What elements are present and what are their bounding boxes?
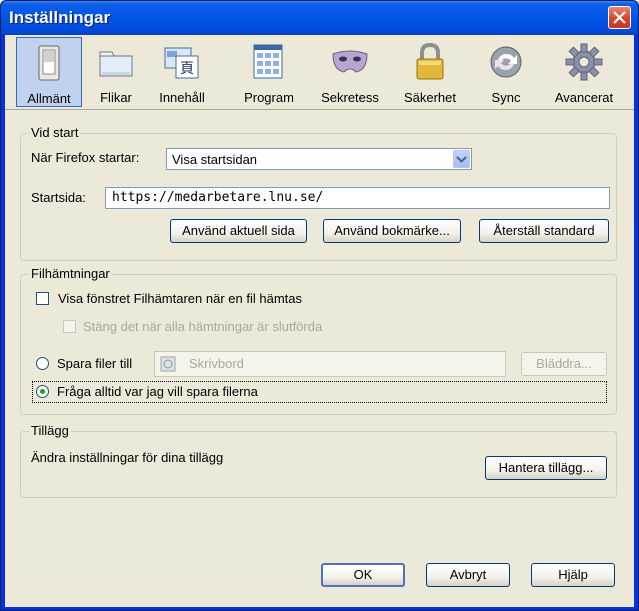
save-to-radio[interactable] xyxy=(36,357,49,370)
radio-selected-dot xyxy=(40,389,45,394)
window-title: Inställningar xyxy=(9,8,111,27)
applications-icon xyxy=(253,44,283,79)
tab-label: Innehåll xyxy=(159,90,205,105)
use-bookmark-button[interactable]: Använd bokmärke... xyxy=(323,219,461,243)
downloads-group: Filhämtningar Visa fönstret Filhämtaren … xyxy=(20,266,617,415)
client-area: Allmänt Flikar 頁 Innehåll Program Sekret… xyxy=(5,35,634,607)
cancel-button[interactable]: Avbryt xyxy=(426,563,510,587)
startup-when-label: När Firefox startar: xyxy=(31,150,140,165)
always-ask-radio[interactable] xyxy=(36,385,49,398)
category-toolbar: Allmänt Flikar 頁 Innehåll Program Sekret… xyxy=(5,35,634,109)
restore-default-button[interactable]: Återställ standard xyxy=(479,219,609,243)
mask-icon xyxy=(332,50,368,73)
tab-tabs[interactable]: Flikar xyxy=(85,37,147,107)
startup-dropdown[interactable]: Visa startsidan xyxy=(166,148,472,170)
manage-addons-button[interactable]: Hantera tillägg... xyxy=(485,456,607,480)
title-bar[interactable]: Inställningar xyxy=(1,1,638,35)
download-folder-field: Skrivbord xyxy=(154,351,506,377)
tab-advanced[interactable]: Avancerat xyxy=(543,37,625,107)
tab-label: Säkerhet xyxy=(403,90,457,105)
tab-label: Sync xyxy=(491,90,521,105)
tab-label: Program xyxy=(244,90,294,105)
tab-applications[interactable]: Program xyxy=(236,37,302,107)
tabs-icon xyxy=(99,51,133,77)
show-downloads-label[interactable]: Visa fönstret Filhämtaren när en fil häm… xyxy=(58,291,302,306)
close-when-done-label: Stäng det när alla hämtningar är slutför… xyxy=(83,319,323,334)
browse-button[interactable]: Bläddra... xyxy=(521,352,607,376)
close-button[interactable] xyxy=(608,6,631,29)
show-downloads-checkbox[interactable] xyxy=(36,292,49,305)
preferences-window: Inställningar Allmänt Flikar 頁 Innehåll … xyxy=(0,0,639,611)
padlock-icon xyxy=(416,42,444,80)
tab-security[interactable]: Säkerhet xyxy=(394,37,466,107)
close-icon xyxy=(613,11,626,24)
tab-privacy[interactable]: Sekretess xyxy=(312,37,388,107)
general-panel: Vid start När Firefox startar: Visa star… xyxy=(5,109,634,607)
tab-label: Avancerat xyxy=(554,90,614,105)
startup-dropdown-value: Visa startsidan xyxy=(172,152,258,167)
download-folder-value: Skrivbord xyxy=(189,356,244,371)
always-ask-label[interactable]: Fråga alltid var jag vill spara filerna xyxy=(57,384,258,399)
downloads-legend: Filhämtningar xyxy=(29,266,112,281)
startup-group: Vid start När Firefox startar: Visa star… xyxy=(20,125,617,261)
gear-icon xyxy=(565,43,603,81)
tab-label: Flikar xyxy=(100,90,132,105)
sync-icon xyxy=(490,46,522,78)
addons-group: Tillägg Ändra inställningar för dina til… xyxy=(20,423,617,498)
desktop-folder-icon xyxy=(160,356,176,372)
homepage-input[interactable]: https://medarbetare.lnu.se/ xyxy=(105,187,610,209)
tab-label: Sekretess xyxy=(321,90,379,105)
use-current-page-button[interactable]: Använd aktuell sida xyxy=(170,219,307,243)
tab-general[interactable]: Allmänt xyxy=(16,37,82,107)
ok-button[interactable]: OK xyxy=(321,563,405,587)
save-to-label[interactable]: Spara filer till xyxy=(57,356,132,371)
addons-description: Ändra inställningar för dina tillägg xyxy=(31,450,224,465)
close-when-done-checkbox[interactable] xyxy=(63,320,76,333)
svg-text:頁: 頁 xyxy=(180,60,194,76)
general-switch-icon xyxy=(38,45,60,81)
homepage-label: Startsida: xyxy=(31,190,86,205)
content-icon: 頁 xyxy=(164,47,199,79)
tab-label: Allmänt xyxy=(27,91,71,106)
help-button[interactable]: Hjälp xyxy=(531,563,615,587)
homepage-input-value: https://medarbetare.lnu.se/ xyxy=(112,190,324,205)
startup-legend: Vid start xyxy=(29,125,81,140)
chevron-down-icon[interactable] xyxy=(453,150,470,168)
tab-sync[interactable]: Sync xyxy=(475,37,537,107)
addons-legend: Tillägg xyxy=(29,423,71,438)
tab-content[interactable]: 頁 Innehåll xyxy=(149,37,215,107)
